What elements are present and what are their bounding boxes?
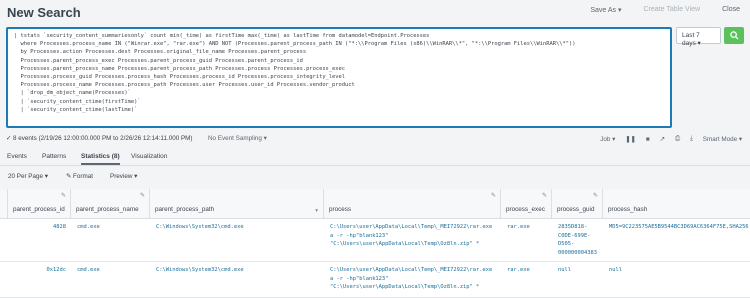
cell-process-hash: MD5=9C223575AE5B9544BC3D69AC6364F75E,SHA… — [609, 224, 749, 230]
cell-parent-process-name: cmd.exe — [77, 267, 100, 273]
cell-parent-process-name: cmd.exe — [77, 224, 100, 230]
table-header: ✎ parent_process_id ✎ parent_process_nam… — [0, 189, 750, 219]
per-page-dropdown[interactable]: 20 Per Page ▾ — [8, 173, 48, 180]
column-header-parent-process-name[interactable]: ✎ parent_process_name — [71, 189, 150, 219]
pencil-icon[interactable]: ✎ — [61, 192, 66, 199]
cell-process-exec: rar.exe — [507, 267, 530, 273]
event-count-status: ✓ 8 events (2/19/26 12:00:00.000 PM to 2… — [6, 135, 193, 142]
column-header-process-guid[interactable]: ✎ process_guid — [552, 189, 603, 219]
cell-process: C:\Users\user\AppData\Local\Temp\_MEI729… — [330, 267, 493, 291]
query-line: Processes.parent_process_exec Processes.… — [14, 57, 303, 64]
query-line: | `security_content_ctime(firstTime)` — [14, 98, 141, 105]
column-header-process-exec[interactable]: ✎ process_exec — [501, 189, 552, 219]
cell-process-hash: null — [609, 267, 622, 273]
search-query-editor[interactable]: | tstats `security_content_summariesonly… — [6, 27, 672, 128]
column-header-process-hash[interactable]: process_hash — [603, 189, 750, 219]
tab-statistics[interactable]: Statistics (8) — [81, 153, 120, 165]
pause-icon[interactable]: ❚❚ — [625, 136, 636, 143]
cell-parent-process-path: C:\Windows\System32\cmd.exe — [156, 267, 244, 273]
cell-parent-process-path: C:\Windows\System32\cmd.exe — [156, 224, 244, 230]
query-line: Processes.process_name Processes.process… — [14, 82, 355, 89]
tab-visualization[interactable]: Visualization — [131, 153, 167, 160]
create-table-view-button[interactable]: Create Table View — [644, 6, 701, 14]
results-toolbar: 20 Per Page ▾ ✎ Format Preview ▾ — [0, 167, 750, 187]
format-button[interactable]: ✎ Format — [66, 173, 93, 180]
stop-icon[interactable]: ■ — [646, 136, 650, 143]
table-row: 0x12dc cmd.exe C:\Windows\System32\cmd.e… — [0, 262, 750, 298]
query-line: by Processes.action Processes.dest Proce… — [14, 49, 307, 56]
share-icon[interactable]: ↗ — [660, 136, 665, 143]
chevron-down-icon[interactable]: ▾ — [315, 208, 318, 214]
column-header-parent-process-path[interactable]: ▾ parent_process_path — [150, 189, 324, 219]
pencil-icon[interactable]: ✎ — [491, 192, 496, 199]
search-status-row: ✓ 8 events (2/19/26 12:00:00.000 PM to 2… — [6, 133, 746, 145]
pencil-icon[interactable]: ✎ — [542, 192, 547, 199]
job-dropdown[interactable]: Job ▾ — [600, 136, 615, 143]
cell-process-exec: rar.exe — [507, 224, 530, 230]
top-bar: New Search Save As ▾ Create Table View C… — [0, 0, 750, 24]
cell-parent-process-id: 0x12dc — [46, 267, 66, 273]
column-header-process[interactable]: ✎ process — [324, 189, 501, 219]
page-title: New Search — [7, 5, 81, 20]
cell-process: C:\Users\user\AppData\Local\Temp\_MEI729… — [330, 224, 493, 248]
tab-events[interactable]: Events — [7, 153, 27, 160]
tab-patterns[interactable]: Patterns — [42, 153, 66, 160]
close-button[interactable]: Close — [722, 6, 740, 14]
query-line: | `drop_dm_object_name(Processes)` — [14, 90, 131, 97]
search-icon — [729, 31, 739, 40]
query-line: | `security_content_ctime(lastTime)` — [14, 106, 138, 113]
save-as-button[interactable]: Save As ▾ — [590, 6, 621, 14]
pencil-icon[interactable]: ✎ — [593, 192, 598, 199]
event-sampling-dropdown[interactable]: No Event Sampling ▾ — [208, 135, 267, 142]
results-tabs: Events Patterns Statistics (8) Visualiza… — [0, 148, 750, 166]
search-button[interactable] — [724, 27, 744, 44]
query-line: where Processes.process_name IN ("Winrar… — [14, 41, 576, 48]
smart-mode-dropdown[interactable]: Smart Mode ▾ — [703, 136, 742, 143]
query-line: Processes.process_guid Processes.process… — [14, 74, 346, 81]
cell-process-guid: 2835D818- C0DE-699E- D505- 000000004383 — [558, 224, 597, 256]
export-icon[interactable]: ⤓ — [690, 135, 693, 143]
top-actions: Save As ▾ Create Table View Close — [590, 6, 740, 14]
cell-parent-process-id: 4828 — [53, 224, 66, 230]
column-header-parent-process-id[interactable]: ✎ parent_process_id — [8, 189, 71, 219]
query-line: Processes.parent_process_name Processes.… — [14, 65, 346, 72]
cell-process-guid: null — [558, 267, 571, 273]
table-row: 4828 cmd.exe C:\Windows\System32\cmd.exe… — [0, 219, 750, 262]
preview-dropdown[interactable]: Preview ▾ — [110, 173, 137, 180]
pencil-icon[interactable]: ✎ — [140, 192, 145, 199]
column-header-spacer — [0, 189, 8, 219]
time-range-picker[interactable]: Last 7 days ▾ — [676, 27, 721, 47]
query-line: | tstats `security_content_summariesonly… — [14, 33, 430, 39]
results-table: ✎ parent_process_id ✎ parent_process_nam… — [0, 189, 750, 298]
print-icon[interactable]: ⎙ — [675, 135, 680, 143]
